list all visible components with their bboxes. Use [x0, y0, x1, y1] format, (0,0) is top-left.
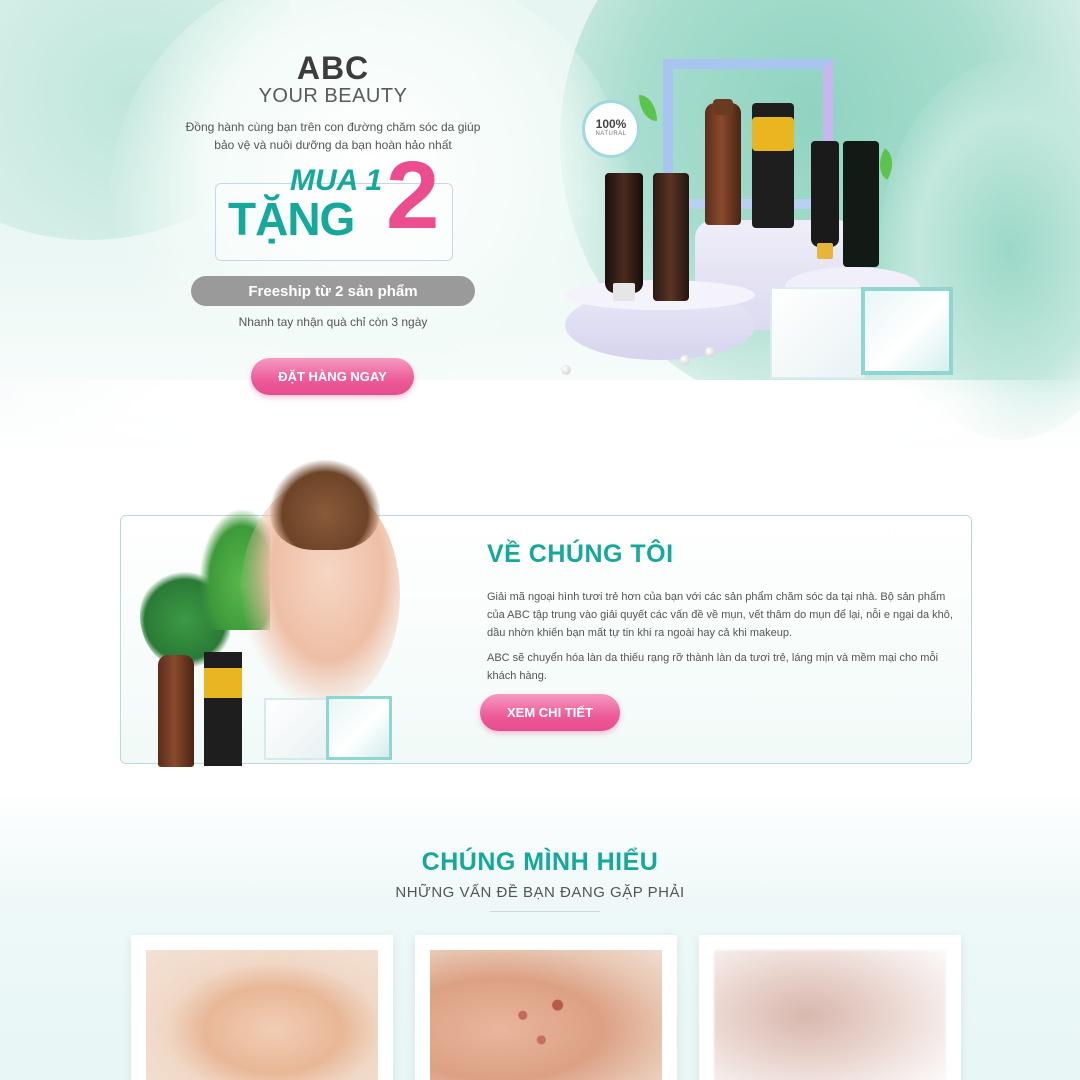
hero-product-image: 100% NATURAL	[555, 55, 965, 390]
leaf-icon	[639, 95, 657, 121]
problems-subtitle: NHỮNG VẤN ĐỀ BẠN ĐANG GẶP PHẢI	[395, 884, 685, 901]
soap-bar	[861, 287, 953, 375]
badge-label: NATURAL	[595, 131, 627, 137]
product-tube	[605, 173, 643, 293]
promo-number: 2	[386, 142, 440, 249]
pearl-icon	[705, 347, 715, 357]
soap-bar	[326, 696, 392, 760]
promo-gift-text: TẶNG	[228, 193, 355, 245]
product-tube-cap	[613, 283, 635, 301]
problem-image	[714, 950, 946, 1080]
soap-bar	[770, 287, 866, 379]
hero-cloud	[0, 380, 1080, 460]
product-box-label	[204, 668, 242, 698]
about-paragraph: ABC sẽ chuyển hóa làn da thiếu rạng rỡ t…	[487, 652, 939, 682]
order-now-button[interactable]: ĐẶT HÀNG NGAY	[251, 358, 414, 395]
brand-block: ABC YOUR BEAUTY Đồng hành cùng bạn trên …	[180, 50, 486, 154]
product-box	[653, 173, 689, 301]
product-tube-cap	[817, 243, 833, 259]
problem-card[interactable]	[699, 935, 961, 1080]
problem-image	[430, 950, 662, 1080]
natural-badge-icon: 100% NATURAL	[582, 100, 640, 158]
product-bottle-cap	[713, 99, 733, 115]
pearl-icon	[680, 355, 690, 365]
soap-bar	[264, 698, 330, 760]
pearl-icon	[561, 365, 571, 375]
problems-title: CHÚNG MÌNH HIỂU	[421, 848, 659, 876]
about-model-image	[130, 460, 420, 780]
badge-percent: 100%	[595, 117, 627, 131]
brand-tagline: YOUR BEAUTY	[258, 85, 408, 107]
divider	[490, 911, 600, 912]
product-bottle	[158, 655, 194, 767]
brand-name: ABC	[296, 50, 370, 86]
view-details-button[interactable]: XEM CHI TIẾT	[480, 694, 620, 731]
about-title: VỀ CHÚNG TÔI	[487, 540, 674, 568]
product-box	[843, 141, 879, 267]
problem-card[interactable]	[415, 935, 677, 1080]
product-bottle	[705, 103, 741, 225]
freeship-pill: Freeship từ 2 sản phẩm	[191, 276, 475, 306]
hero-countdown-note: Nhanh tay nhận quà chỉ còn 3 ngày	[238, 315, 428, 329]
model-hair	[270, 460, 380, 550]
about-paragraph: Giải mã ngoại hình tươi trẻ hơn của bạn …	[487, 591, 953, 639]
product-box-label	[752, 117, 794, 151]
hero-description: Đồng hành cùng bạn trên con đường chăm s…	[185, 120, 481, 152]
product-tube	[811, 141, 839, 247]
problem-card[interactable]	[131, 935, 393, 1080]
problem-image	[146, 950, 378, 1080]
